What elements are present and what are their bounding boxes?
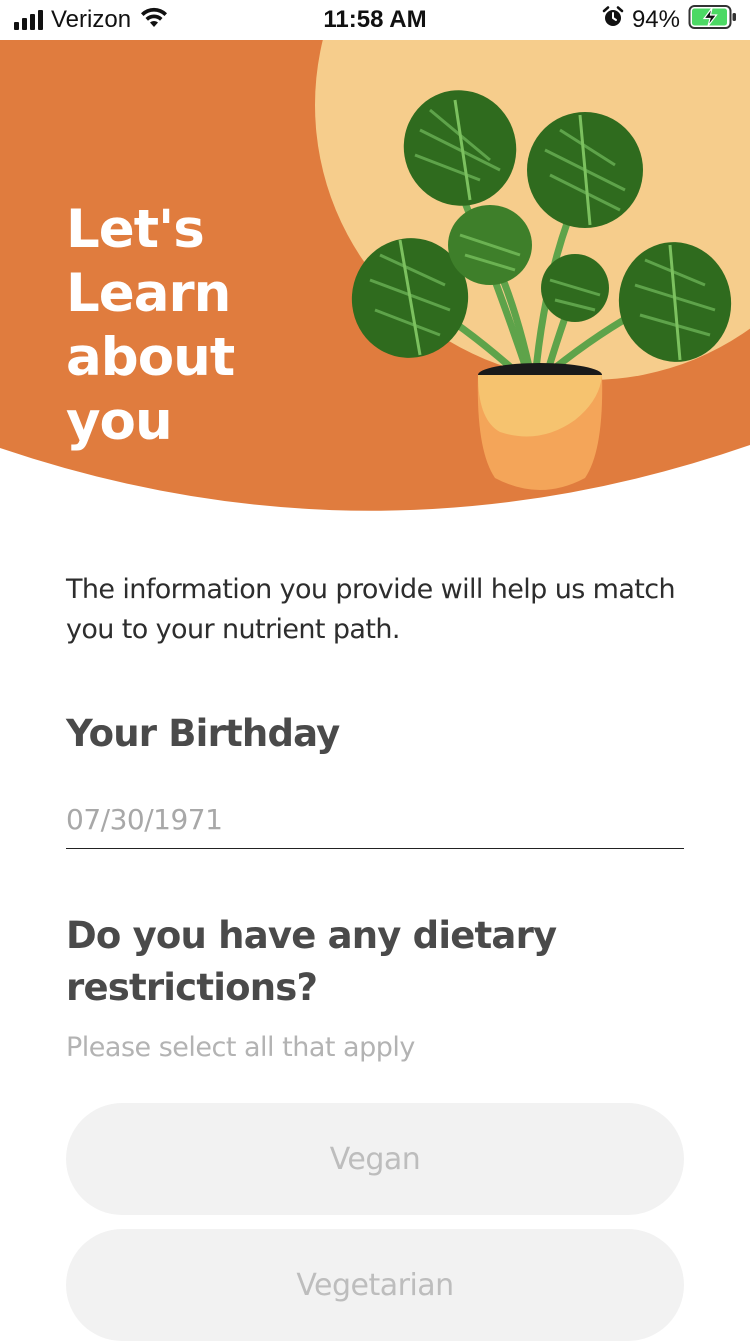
status-right: 94%	[602, 4, 738, 37]
battery-charging-icon	[688, 4, 738, 37]
intro-text: The information you provide will help us…	[66, 574, 676, 645]
dietary-question: Do you have any dietary restrictions?	[66, 914, 557, 1009]
page-title: Let's Learn about you	[66, 198, 356, 454]
hero-banner: Let's Learn about you	[0, 40, 750, 520]
birthday-field[interactable]	[66, 790, 684, 849]
title-line-2: about you	[66, 327, 235, 452]
option-vegan-button[interactable]: Vegan	[66, 1103, 684, 1215]
battery-percent: 94%	[631, 6, 680, 33]
dietary-hint: Please select all that apply	[66, 1032, 415, 1063]
title-line-1: Let's Learn	[66, 199, 231, 324]
option-vegetarian-button[interactable]: Vegetarian	[66, 1229, 684, 1341]
status-bar: Verizon 11:58 AM 94%	[0, 0, 750, 40]
alarm-icon	[602, 5, 624, 35]
birthday-label: Your Birthday	[66, 712, 340, 755]
